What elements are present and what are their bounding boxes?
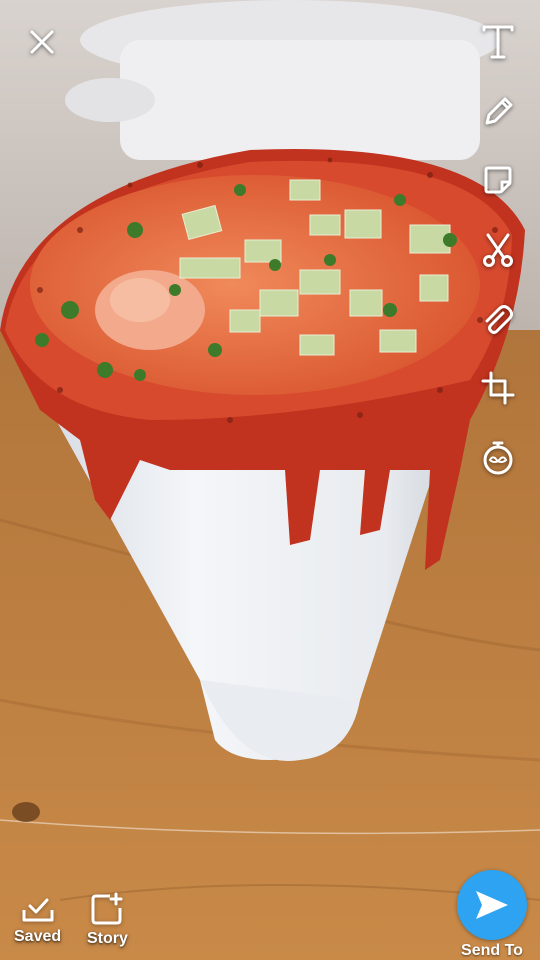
story-button[interactable]: Story xyxy=(87,892,128,948)
snap-photo xyxy=(0,0,540,960)
crop-tool-button[interactable] xyxy=(476,366,520,410)
scissors-icon xyxy=(483,233,513,267)
close-icon xyxy=(30,30,54,54)
timer-icon xyxy=(483,441,513,475)
attach-tool-button[interactable] xyxy=(476,298,520,342)
story-label: Story xyxy=(87,930,128,947)
scissors-tool-button[interactable] xyxy=(476,228,520,272)
crop-icon xyxy=(481,371,515,405)
pencil-tool-button[interactable] xyxy=(476,90,520,134)
send-circle[interactable] xyxy=(457,870,527,940)
send-to-button[interactable]: Send To xyxy=(455,870,529,960)
pencil-icon xyxy=(485,97,513,125)
send-arrow-icon xyxy=(476,891,508,919)
text-icon xyxy=(482,25,514,59)
saved-label: Saved xyxy=(14,928,62,945)
paperclip-icon xyxy=(485,305,513,334)
sticker-tool-button[interactable] xyxy=(476,158,520,202)
timer-tool-button[interactable] xyxy=(476,436,520,480)
saved-button[interactable]: Saved xyxy=(14,892,61,946)
send-to-label: Send To xyxy=(461,942,523,959)
download-check-icon xyxy=(22,898,54,922)
sticker-icon xyxy=(484,166,512,194)
add-story-icon xyxy=(91,892,123,925)
close-button[interactable] xyxy=(20,20,64,64)
text-tool-button[interactable] xyxy=(476,20,520,64)
